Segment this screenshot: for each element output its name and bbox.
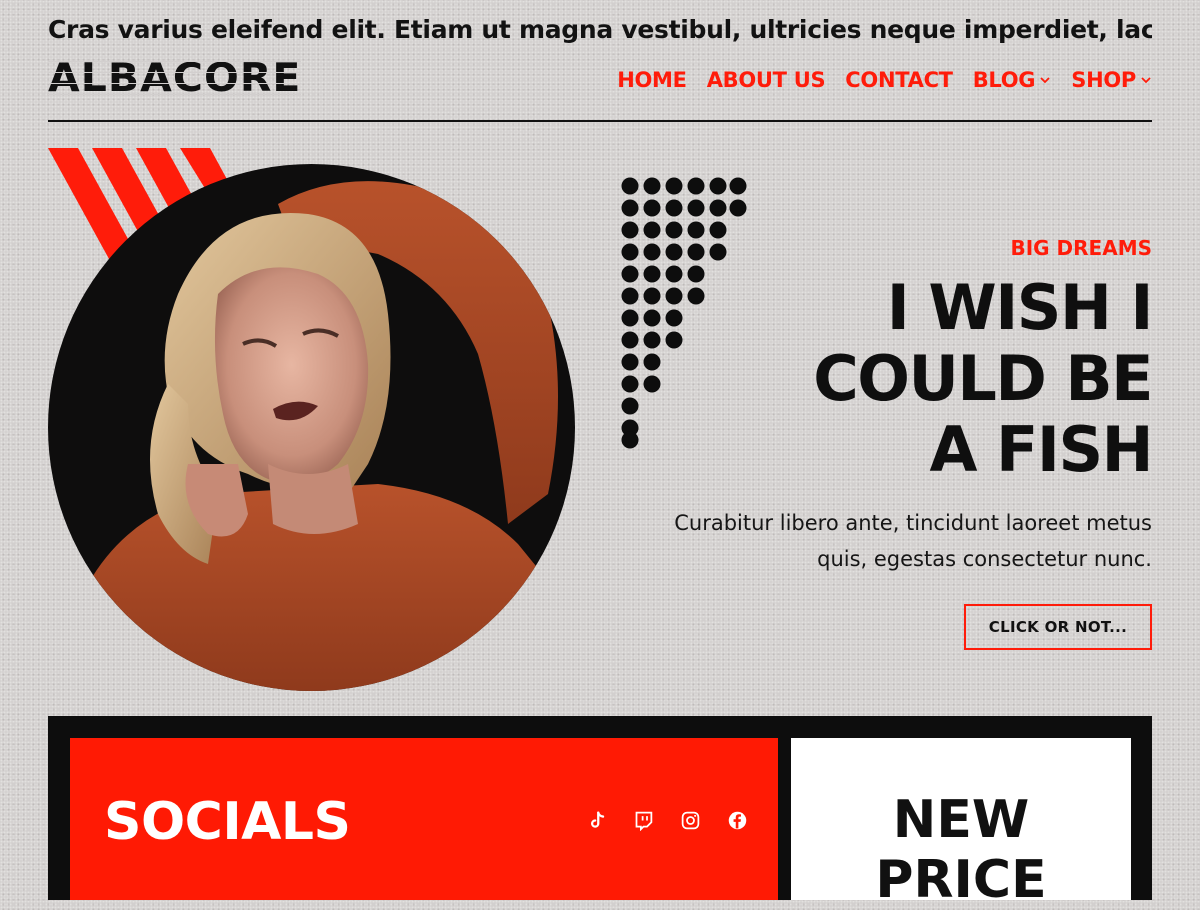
tiktok-icon[interactable] xyxy=(586,810,607,831)
nav-item-contact[interactable]: CONTACT xyxy=(845,68,953,92)
price-heading: NEW PRICE xyxy=(875,790,1047,910)
cta-button[interactable]: CLICK OR NOT... xyxy=(964,604,1152,650)
social-icons xyxy=(586,810,748,831)
nav-item-label: CONTACT xyxy=(845,68,953,92)
main-nav: HOME ABOUT US CONTACT BLOG SHOP xyxy=(617,62,1152,98)
hero-headline: I WISH I COULD BE A FISH xyxy=(813,271,1153,486)
header-divider xyxy=(48,120,1152,122)
site-logo-text: ALBACORE xyxy=(48,56,302,101)
site-logo[interactable]: ALBACORE xyxy=(48,56,302,102)
socials-panel: SOCIALS xyxy=(70,738,778,900)
hero-eyebrow: BIG DREAMS xyxy=(1010,236,1152,260)
portrait-frame xyxy=(48,164,575,691)
twitch-icon[interactable] xyxy=(633,810,654,831)
nav-item-blog[interactable]: BLOG xyxy=(973,68,1052,92)
hero-image-group xyxy=(48,148,578,693)
nav-item-shop[interactable]: SHOP xyxy=(1071,68,1152,92)
chevron-down-icon xyxy=(1141,77,1151,84)
nav-item-label: HOME xyxy=(617,68,687,92)
facebook-icon[interactable] xyxy=(727,810,748,831)
nav-item-label: SHOP xyxy=(1071,68,1136,92)
nav-item-home[interactable]: HOME xyxy=(617,68,687,92)
chevron-down-icon xyxy=(1040,77,1050,84)
nav-item-label: ABOUT US xyxy=(706,68,826,92)
nav-item-label: BLOG xyxy=(972,68,1036,92)
nav-item-about-us[interactable]: ABOUT US xyxy=(707,68,826,92)
price-panel: NEW PRICE xyxy=(791,738,1131,910)
portrait-photo xyxy=(48,181,575,691)
instagram-icon[interactable] xyxy=(680,810,701,831)
promo-section: SOCIALS NEW PRICE xyxy=(48,716,1152,910)
socials-heading: SOCIALS xyxy=(104,792,351,852)
announcement-ticker: Cras varius eleifend elit. Etiam ut magn… xyxy=(48,15,1152,44)
hero-description: Curabitur libero ante, tincidunt laoreet… xyxy=(674,511,1152,571)
